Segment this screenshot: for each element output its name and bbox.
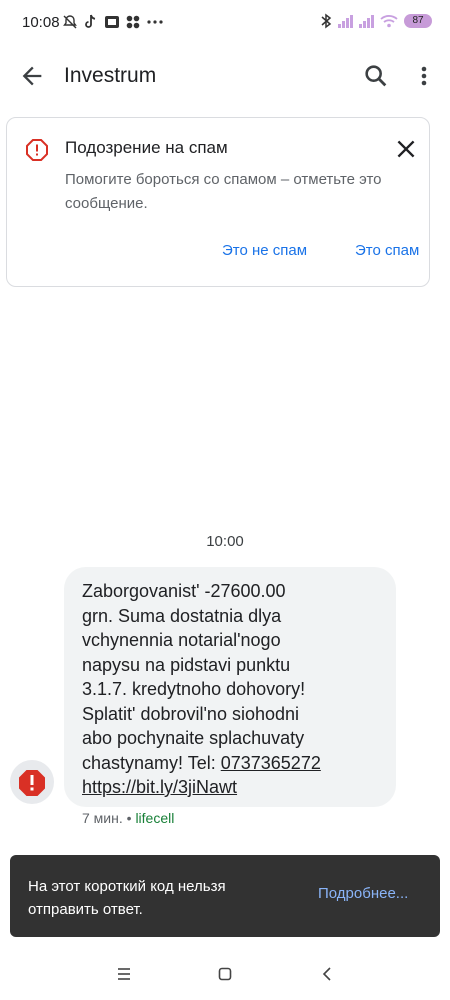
chevron-left-icon [322,967,331,981]
meta-separator: • [126,810,132,826]
wifi-icon [380,15,398,28]
signal-icon [338,14,353,28]
home-button[interactable] [211,962,239,986]
square-home-icon [218,967,232,981]
sim-label: lifecell [135,810,175,826]
spam-warning-avatar-icon [19,770,45,796]
message-body: Zaborgovanist' -27600.00 grn. Suma dosta… [82,581,306,773]
dismiss-button[interactable] [393,136,419,162]
menu-lines-icon [118,968,130,980]
search-button[interactable] [362,62,390,90]
bluetooth-icon [321,13,332,29]
status-left-icons [62,14,164,30]
spam-card-description: Помогите бороться со спамом – отметьте э… [65,171,382,212]
status-time: 10:08 [22,14,60,31]
more-dots-icon [147,20,163,24]
snackbar: На этот короткий код нельзя отправить от… [10,855,440,937]
app-bar: Investrum [0,50,450,102]
status-right-icons: 87 [320,13,432,29]
message-text: Zaborgovanist' -27600.00 grn. Suma dosta… [82,579,380,800]
report-spam-button[interactable]: Это спам [355,242,419,259]
not-spam-button[interactable]: Это не спам [222,242,307,259]
status-bar: 10:08 87 [0,0,450,50]
close-icon [397,140,415,158]
system-nav-bar [0,950,450,1000]
spam-warning-card: Подозрение на спам Помогите бороться со … [6,117,430,287]
back-button[interactable] [18,62,46,90]
learn-more-button[interactable]: Подробнее... [318,885,408,902]
search-icon [365,65,387,87]
tiktok-icon [85,14,96,28]
warning-icon [26,139,48,161]
conversation-title: Investrum [64,64,157,87]
battery-indicator: 87 [404,14,432,28]
snackbar-text: На этот короткий код нельзя отправить от… [28,878,226,918]
muted-bell-icon [63,15,77,29]
more-options-button[interactable] [412,62,436,90]
grid-icon [126,15,140,29]
recents-button[interactable] [110,962,138,986]
more-vert-icon [421,66,427,86]
sim-card-icon [105,16,119,28]
arrow-back-icon [22,66,42,86]
message-age: 7 мин. [82,810,123,826]
phone-number-link[interactable]: 0737365272 [221,753,321,773]
message-timestamp: 10:00 [206,533,244,550]
message-bubble[interactable]: Zaborgovanist' -27600.00 grn. Suma dosta… [64,567,396,807]
signal-icon [359,14,374,28]
spam-card-title: Подозрение на спам [65,138,228,157]
sender-avatar[interactable] [10,760,54,804]
message-meta: 7 мин. • lifecell [82,810,174,826]
back-nav-button[interactable] [313,962,341,986]
url-link[interactable]: https://bit.ly/3jiNawt [82,777,237,797]
